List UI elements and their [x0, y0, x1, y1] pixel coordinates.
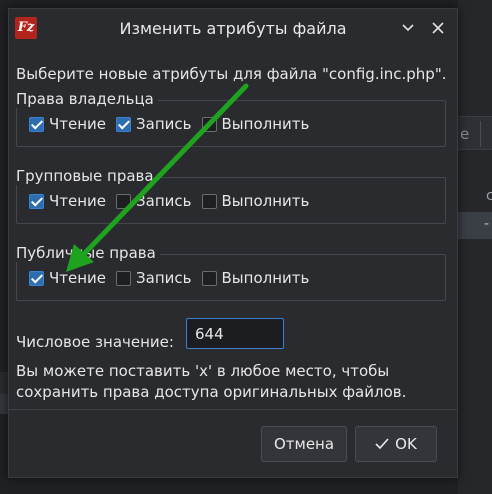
- group-group-title: Групповые права: [16, 167, 158, 185]
- background-divider: [480, 121, 481, 147]
- chevron-down-icon: [402, 24, 414, 32]
- checkbox-box[interactable]: [201, 116, 217, 132]
- checkbox-box[interactable]: [201, 193, 217, 209]
- owner-checkbox-row: Чтение Запись Выполнить: [29, 115, 319, 133]
- background-panel: [0, 372, 8, 394]
- checkbox-label: Выполнить: [221, 269, 310, 287]
- checkbox-box[interactable]: [29, 193, 44, 209]
- checkbox-label: Запись: [136, 115, 192, 133]
- prompt-text: Выберите новые атрибуты для файла "confi…: [16, 65, 447, 83]
- checkbox-box[interactable]: [116, 270, 132, 286]
- checkbox-box[interactable]: [29, 116, 44, 132]
- background-header: e: [458, 116, 492, 150]
- title-bar: Fz Изменить атрибуты файла: [9, 9, 457, 47]
- background-text: -: [484, 216, 490, 232]
- numeric-value-input[interactable]: [186, 318, 284, 349]
- owner-read-checkbox[interactable]: Чтение: [29, 115, 106, 133]
- owner-write-checkbox[interactable]: Запись: [116, 115, 192, 133]
- cancel-button[interactable]: Отмена: [261, 426, 347, 462]
- background-panel: [0, 394, 8, 414]
- group-checkbox-row: Чтение Запись Выполнить: [29, 192, 319, 210]
- background-text: c: [486, 188, 492, 204]
- checkbox-label: Выполнить: [221, 192, 310, 210]
- checkbox-label: Запись: [136, 269, 192, 287]
- checkbox-label: Чтение: [49, 192, 107, 210]
- change-attributes-dialog: Fz Изменить атрибуты файла Выберите новы…: [8, 8, 458, 478]
- checkbox-label: Чтение: [49, 269, 107, 287]
- checkbox-label: Запись: [136, 192, 192, 210]
- hint-text: Вы можете поставить 'x' в любое место, ч…: [16, 362, 407, 401]
- background-selected-row: -: [458, 212, 492, 239]
- checkmark-icon: [375, 438, 389, 450]
- cancel-button-label: Отмена: [273, 435, 335, 453]
- group-read-checkbox[interactable]: Чтение: [29, 192, 106, 210]
- owner-execute-checkbox[interactable]: Выполнить: [201, 115, 310, 133]
- public-execute-checkbox[interactable]: Выполнить: [201, 269, 310, 287]
- checkbox-label: Чтение: [49, 115, 107, 133]
- checkbox-box[interactable]: [116, 116, 132, 132]
- numeric-value-label: Числовое значение:: [16, 333, 174, 351]
- background-window: [458, 0, 492, 494]
- minimize-button[interactable]: [399, 19, 417, 37]
- divider: [9, 409, 457, 410]
- public-group-title: Публичные права: [16, 244, 160, 262]
- checkbox-box[interactable]: [29, 270, 44, 286]
- public-write-checkbox[interactable]: Запись: [116, 269, 192, 287]
- owner-group-title: Права владельца: [16, 90, 158, 108]
- dialog-title: Изменить атрибуты файла: [119, 19, 347, 38]
- close-button[interactable]: [429, 19, 447, 37]
- background-text: e: [460, 125, 470, 143]
- close-icon: [432, 22, 444, 34]
- checkbox-label: Выполнить: [221, 115, 310, 133]
- checkbox-box[interactable]: [116, 193, 132, 209]
- group-write-checkbox[interactable]: Запись: [116, 192, 192, 210]
- group-execute-checkbox[interactable]: Выполнить: [201, 192, 310, 210]
- checkbox-box[interactable]: [201, 270, 217, 286]
- public-checkbox-row: Чтение Запись Выполнить: [29, 269, 319, 287]
- public-read-checkbox[interactable]: Чтение: [29, 269, 106, 287]
- ok-button-label: OK: [395, 435, 417, 453]
- ok-button[interactable]: OK: [355, 426, 437, 462]
